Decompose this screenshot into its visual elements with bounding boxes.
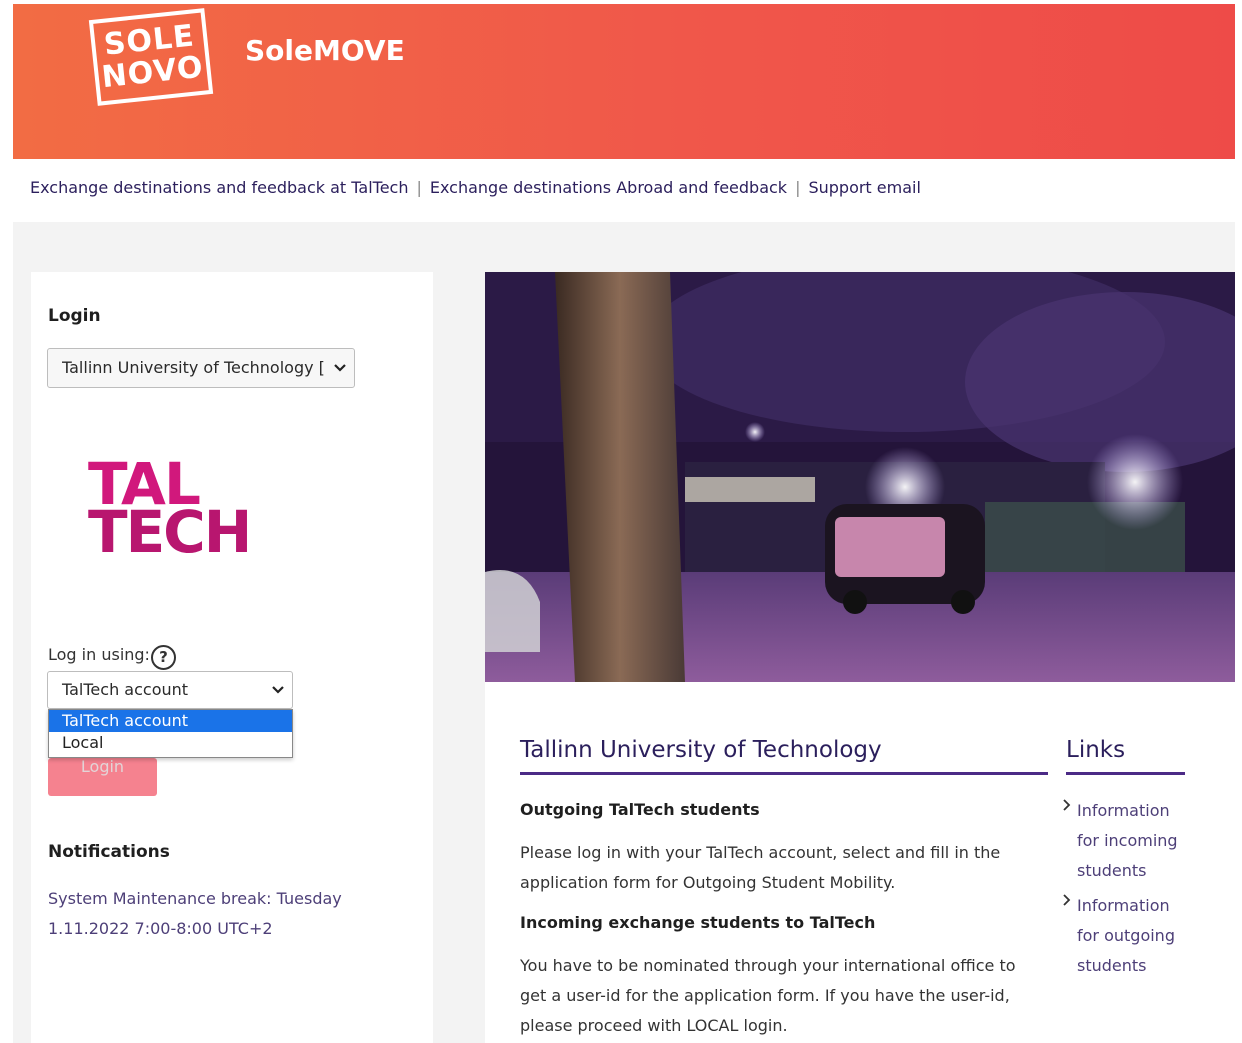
login-button[interactable]: Login xyxy=(48,758,157,796)
top-links-bar: Exchange destinations and feedback at Ta… xyxy=(30,178,921,197)
brand-name: SoleMOVE xyxy=(245,34,405,67)
logo-line-2: NOVO xyxy=(100,49,206,96)
login-method-dropdown[interactable]: TalTech account Local xyxy=(48,709,293,758)
notification-text: System Maintenance break: Tuesday 1.11.2… xyxy=(48,889,342,938)
login-method-select-value: TalTech account xyxy=(62,680,189,699)
login-method-select[interactable]: TalTech account xyxy=(47,671,293,709)
separator: | xyxy=(795,178,801,197)
incoming-text: You have to be nominated through your in… xyxy=(520,956,1016,1035)
outgoing-heading: Outgoing TalTech students xyxy=(520,800,760,819)
login-button-label: Login xyxy=(80,757,125,776)
institution-select-value: Tallinn University of Technology [Tallin… xyxy=(62,358,324,377)
help-icon[interactable]: ? xyxy=(151,645,176,670)
link-destinations-abroad[interactable]: Exchange destinations Abroad and feedbac… xyxy=(430,178,787,197)
links-title: Links xyxy=(1066,737,1126,763)
login-heading: Login xyxy=(48,306,101,326)
chevron-right-icon xyxy=(1063,893,1071,911)
institution-select[interactable]: Tallinn University of Technology [Tallin… xyxy=(47,348,355,388)
taltech-logo-line-2: TECH xyxy=(88,498,252,566)
log-in-using-label: Log in using: xyxy=(48,645,150,664)
campus-night-photo xyxy=(485,272,1235,682)
notifications-heading: Notifications xyxy=(48,842,170,862)
link-incoming-info[interactable]: Information for incoming students xyxy=(1077,796,1187,886)
link-outgoing-info[interactable]: Information for outgoing students xyxy=(1077,891,1187,981)
title-underline xyxy=(520,772,1048,775)
link-destinations-taltech[interactable]: Exchange destinations and feedback at Ta… xyxy=(30,178,408,197)
solenovo-logo[interactable]: SOLE NOVO xyxy=(88,8,214,106)
option-taltech-account[interactable]: TalTech account xyxy=(49,710,292,732)
chevron-down-icon xyxy=(334,349,346,402)
incoming-heading: Incoming exchange students to TalTech xyxy=(520,913,876,932)
links-underline xyxy=(1066,772,1185,775)
separator: | xyxy=(416,178,422,197)
app-header: SOLE NOVO SoleMOVE xyxy=(13,4,1235,159)
outgoing-text: Please log in with your TalTech account,… xyxy=(520,843,1001,892)
university-title: Tallinn University of Technology xyxy=(520,737,882,763)
chevron-right-icon xyxy=(1063,798,1071,816)
option-local[interactable]: Local xyxy=(49,732,292,754)
link-support-email[interactable]: Support email xyxy=(808,178,920,197)
